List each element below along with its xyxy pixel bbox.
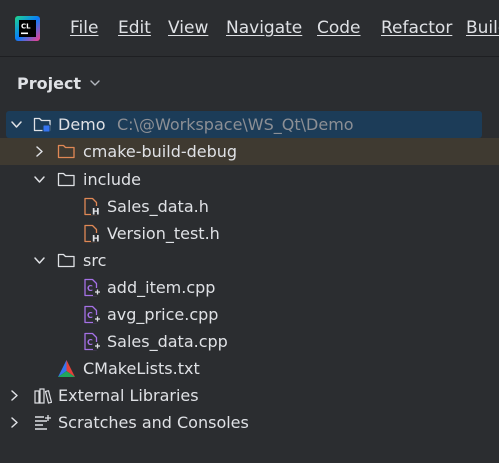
project-panel-title: Project xyxy=(17,73,82,93)
tree-node-label: add_item.cpp xyxy=(107,278,216,297)
header-file-icon: H xyxy=(84,197,100,217)
tree-node-label: Scratches and Consoles xyxy=(58,413,249,432)
cpp-file-icon: C xyxy=(84,332,101,351)
menu-build[interactable]: Build xyxy=(466,17,499,39)
svg-text:C: C xyxy=(87,338,93,347)
svg-text:CL: CL xyxy=(21,23,31,31)
tree-node-label: External Libraries xyxy=(58,386,199,405)
menu-navigate[interactable]: Navigate xyxy=(226,17,302,39)
chevron-down-icon[interactable] xyxy=(33,173,46,186)
tree-node-label: CMakeLists.txt xyxy=(83,359,200,378)
tree-node-label: Version_test.h xyxy=(107,224,220,243)
cpp-file-icon: C xyxy=(84,278,101,297)
tree-node-cmake-build-debug[interactable]: cmake-build-debug xyxy=(0,138,499,165)
tree-node-add-item-cpp[interactable]: C add_item.cpp xyxy=(0,274,499,301)
chevron-right-icon[interactable] xyxy=(8,389,21,402)
tree-node-label: src xyxy=(83,251,107,270)
chevron-right-icon[interactable] xyxy=(8,416,21,429)
chevron-down-icon xyxy=(90,80,100,86)
svg-text:C: C xyxy=(87,284,93,293)
tree-node-sales-data-h[interactable]: H Sales_data.h xyxy=(0,193,499,220)
tree-node-cmakelists[interactable]: CMakeLists.txt xyxy=(0,355,499,382)
excluded-folder-icon xyxy=(57,144,75,159)
menu-build-label: Build xyxy=(466,18,499,38)
tree-node-label: Demo xyxy=(58,115,106,134)
chevron-right-icon[interactable] xyxy=(33,145,46,158)
menu-navigate-label: Navigate xyxy=(226,18,303,38)
scratches-icon xyxy=(35,415,51,430)
project-view-selector[interactable]: Project xyxy=(17,72,101,94)
header-file-icon: H xyxy=(84,224,100,244)
tree-node-version-test-h[interactable]: H Version_test.h xyxy=(0,220,499,247)
tree-node-sales-data-cpp[interactable]: C Sales_data.cpp xyxy=(0,328,499,355)
folder-icon xyxy=(57,172,75,187)
folder-icon xyxy=(57,253,75,268)
cpp-file-icon: C xyxy=(84,305,101,324)
menu-edit-label: Edit xyxy=(118,18,151,38)
svg-text:H: H xyxy=(92,235,100,244)
tree-node-src[interactable]: src xyxy=(0,247,499,274)
menu-code[interactable]: Code xyxy=(317,17,361,39)
menu-file-label: File xyxy=(70,18,99,38)
tree-node-scratches[interactable]: Scratches and Consoles xyxy=(0,409,499,436)
library-icon xyxy=(34,388,52,404)
module-folder-icon xyxy=(33,117,51,133)
main-menu-bar: CL File Edit View Navigate Code Refactor… xyxy=(0,0,499,56)
tree-node-label: avg_price.cpp xyxy=(107,305,219,324)
menu-file[interactable]: File xyxy=(70,17,98,39)
menu-divider xyxy=(0,56,499,57)
tree-node-label: cmake-build-debug xyxy=(83,142,238,161)
menu-edit[interactable]: Edit xyxy=(118,17,151,39)
chevron-down-icon[interactable] xyxy=(33,254,46,267)
tree-node-include[interactable]: include xyxy=(0,166,499,193)
tree-node-demo[interactable]: Demo C:\@Workspace\WS_Qt\Demo xyxy=(0,111,499,138)
cmake-icon xyxy=(58,360,75,377)
tree-node-label: Sales_data.cpp xyxy=(107,332,228,351)
svg-text:C: C xyxy=(87,311,93,320)
menu-refactor[interactable]: Refactor xyxy=(381,17,452,39)
tree-node-label: include xyxy=(83,170,141,189)
clion-logo-icon[interactable]: CL xyxy=(15,16,40,41)
menu-code-label: Code xyxy=(317,18,361,38)
menu-view[interactable]: View xyxy=(168,17,208,39)
menu-view-label: View xyxy=(168,18,209,38)
project-path: C:\@Workspace\WS_Qt\Demo xyxy=(117,115,354,134)
tree-node-avg-price-cpp[interactable]: C avg_price.cpp xyxy=(0,301,499,328)
tree-node-external-libraries[interactable]: External Libraries xyxy=(0,382,499,409)
chevron-down-icon[interactable] xyxy=(10,118,23,131)
tree-node-label: Sales_data.h xyxy=(107,197,209,216)
svg-text:H: H xyxy=(92,208,100,217)
menu-refactor-label: Refactor xyxy=(381,18,453,38)
